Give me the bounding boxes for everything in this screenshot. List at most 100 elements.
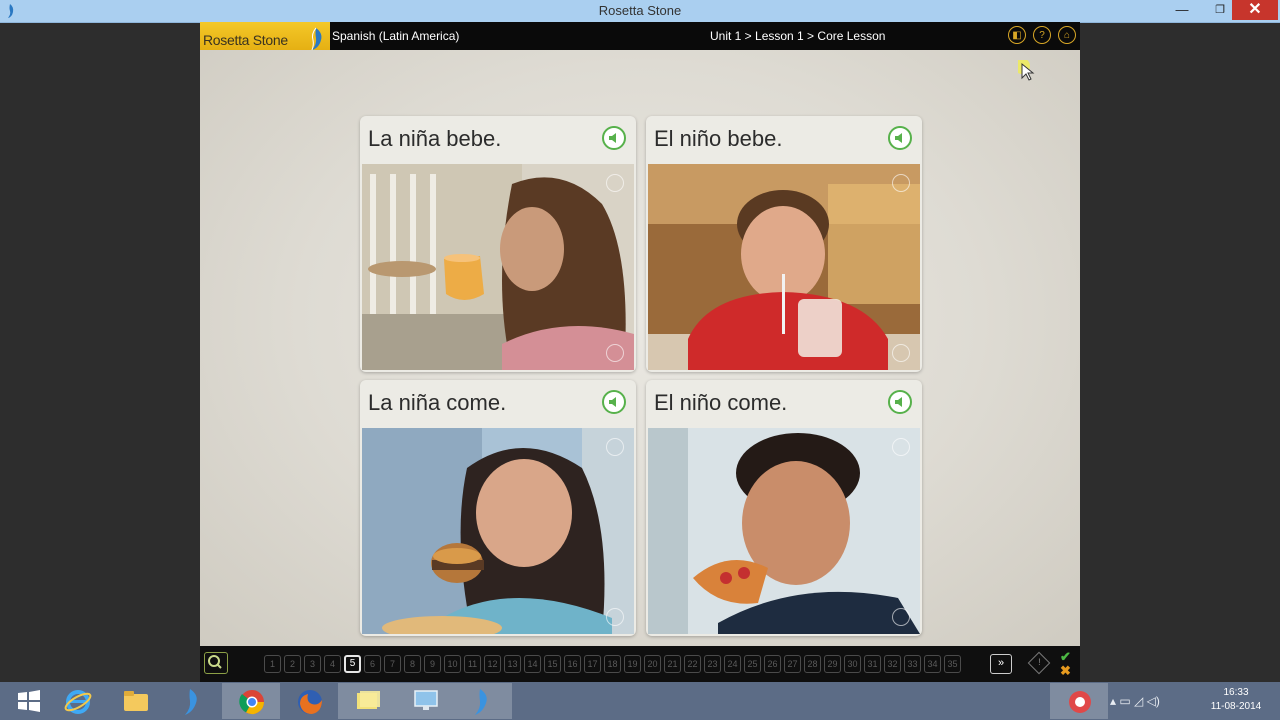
page-indicator[interactable]: 9 <box>424 655 441 673</box>
page-indicator[interactable]: 10 <box>444 655 461 673</box>
page-indicator[interactable]: 29 <box>824 655 841 673</box>
logo-text: Rosetta Stone <box>203 32 288 48</box>
play-audio-icon[interactable] <box>602 126 626 150</box>
page-indicator[interactable]: 17 <box>584 655 601 673</box>
page-indicator[interactable]: 33 <box>904 655 921 673</box>
page-indicator[interactable]: 19 <box>624 655 641 673</box>
page-indicator[interactable]: 23 <box>704 655 721 673</box>
hint-icon[interactable]: ! <box>1027 651 1051 675</box>
minimize-button[interactable]: — <box>1168 0 1196 20</box>
home-icon[interactable]: ⌂ <box>1058 26 1076 44</box>
play-audio-icon[interactable] <box>888 390 912 414</box>
page-indicator[interactable]: 32 <box>884 655 901 673</box>
system-tray-icons[interactable]: ▴ ▭ ◿ ◁) <box>1110 694 1160 708</box>
close-button[interactable]: ✕ <box>1232 0 1278 20</box>
lifebuoy-icon <box>1069 691 1091 713</box>
pause-icon[interactable] <box>606 608 624 626</box>
sticky-notes-icon <box>357 691 380 709</box>
app-topbar: Spanish (Latin America) Unit 1 > Lesson … <box>200 22 1080 50</box>
remote-desktop-taskbar-button[interactable] <box>396 683 454 719</box>
folder-icon <box>124 691 148 711</box>
next-page-button[interactable]: » <box>990 654 1012 674</box>
windows-icon <box>18 690 40 712</box>
page-indicator[interactable]: 11 <box>464 655 481 673</box>
internet-explorer-taskbar-button[interactable] <box>48 683 106 719</box>
help-icon[interactable]: ? <box>1033 26 1051 44</box>
page-indicator[interactable]: 3 <box>304 655 321 673</box>
answer-card[interactable]: El niño come. <box>646 380 922 636</box>
page-indicator[interactable]: 27 <box>784 655 801 673</box>
incorrect-x-icon: ✖ <box>1060 663 1071 678</box>
magnifier-icon[interactable] <box>204 652 228 674</box>
language-label: Spanish (Latin America) <box>332 29 460 43</box>
page-indicator[interactable]: 1 <box>264 655 281 673</box>
page-indicator[interactable]: 35 <box>944 655 961 673</box>
answer-card[interactable]: El niño bebe. <box>646 116 922 372</box>
card-caption: La niña bebe. <box>368 126 502 151</box>
page-indicator[interactable]: 25 <box>744 655 761 673</box>
check-icon <box>606 174 624 192</box>
card-photo <box>648 164 920 370</box>
page-indicator[interactable]: 7 <box>384 655 401 673</box>
page-indicator[interactable]: 24 <box>724 655 741 673</box>
clock-time: 16:33 <box>1223 687 1249 698</box>
answer-card[interactable]: La niña bebe. <box>360 116 636 372</box>
page-indicator[interactable]: 18 <box>604 655 621 673</box>
clock-date: 11-08-2014 <box>1210 701 1262 712</box>
page-indicator[interactable]: 15 <box>544 655 561 673</box>
page-indicator[interactable]: 22 <box>684 655 701 673</box>
internet-explorer-icon <box>64 690 92 714</box>
file-explorer-taskbar-button[interactable] <box>106 683 164 719</box>
rosetta-stone-mark-icon <box>311 27 322 51</box>
taskbar-clock[interactable]: 16:33 11-08-2014 <box>1206 686 1266 714</box>
card-caption: La niña come. <box>368 390 507 415</box>
rosetta-stone-taskbar-button[interactable] <box>164 683 222 719</box>
check-icon <box>892 174 910 192</box>
lesson-stage: La niña bebe. El niño bebe. La niña come… <box>200 50 1080 646</box>
card-photo <box>648 428 920 634</box>
page-indicator[interactable]: 16 <box>564 655 581 673</box>
pause-icon[interactable] <box>606 344 624 362</box>
page-indicator[interactable]: 14 <box>524 655 541 673</box>
page-indicator[interactable]: 34 <box>924 655 941 673</box>
answer-card[interactable]: La niña come. <box>360 380 636 636</box>
mouse-cursor-icon <box>1018 60 1035 81</box>
page-indicator[interactable]: 26 <box>764 655 781 673</box>
firefox-taskbar-button[interactable] <box>280 683 338 719</box>
page-indicator[interactable]: 2 <box>284 655 301 673</box>
page-indicator[interactable]: 4 <box>324 655 341 673</box>
page-indicator[interactable]: 21 <box>664 655 681 673</box>
page-indicator[interactable]: 6 <box>364 655 381 673</box>
rosetta-stone-icon <box>185 689 197 715</box>
page-indicator[interactable]: 28 <box>804 655 821 673</box>
page-indicator[interactable]: 20 <box>644 655 661 673</box>
tray-app-button[interactable] <box>1050 683 1108 719</box>
pause-icon[interactable] <box>892 608 910 626</box>
rosetta-app: Spanish (Latin America) Unit 1 > Lesson … <box>200 22 1080 682</box>
page-indicator[interactable]: 30 <box>844 655 861 673</box>
card-caption: El niño bebe. <box>654 126 783 151</box>
rosetta-stone-icon <box>475 689 487 715</box>
page-indicator[interactable]: 12 <box>484 655 501 673</box>
play-audio-icon[interactable] <box>602 390 626 414</box>
page-indicator-list: 1 2 3 4 5 6 7 8 9 10 11 12 13 14 15 16 17 18 19 20 21 22 23 24 2… <box>264 655 961 673</box>
play-audio-icon[interactable] <box>888 126 912 150</box>
breadcrumb: Unit 1 > Lesson 1 > Core Lesson <box>710 29 886 43</box>
chrome-taskbar-button[interactable] <box>222 683 280 719</box>
page-indicator[interactable]: 13 <box>504 655 521 673</box>
lesson-navigation-bar: 1 2 3 4 5 6 7 8 9 10 11 12 13 14 15 16 17 18 19 20 21 22 23 24 2… <box>200 646 1080 682</box>
page-indicator[interactable]: 8 <box>404 655 421 673</box>
pause-icon[interactable] <box>892 344 910 362</box>
card-caption: El niño come. <box>654 390 788 415</box>
settings-icon[interactable]: ◧ <box>1008 26 1026 44</box>
maximize-button[interactable]: ❐ <box>1206 0 1234 20</box>
page-indicator[interactable]: 31 <box>864 655 881 673</box>
check-icon <box>606 438 624 456</box>
card-photo <box>362 164 634 370</box>
notes-taskbar-button[interactable] <box>338 683 396 719</box>
chrome-icon <box>239 690 264 715</box>
rosetta-stone-active-taskbar-button[interactable] <box>454 683 512 719</box>
page-indicator[interactable]: 5 <box>344 655 361 673</box>
window-title: Rosetta Stone <box>598 3 682 18</box>
check-icon <box>892 438 910 456</box>
